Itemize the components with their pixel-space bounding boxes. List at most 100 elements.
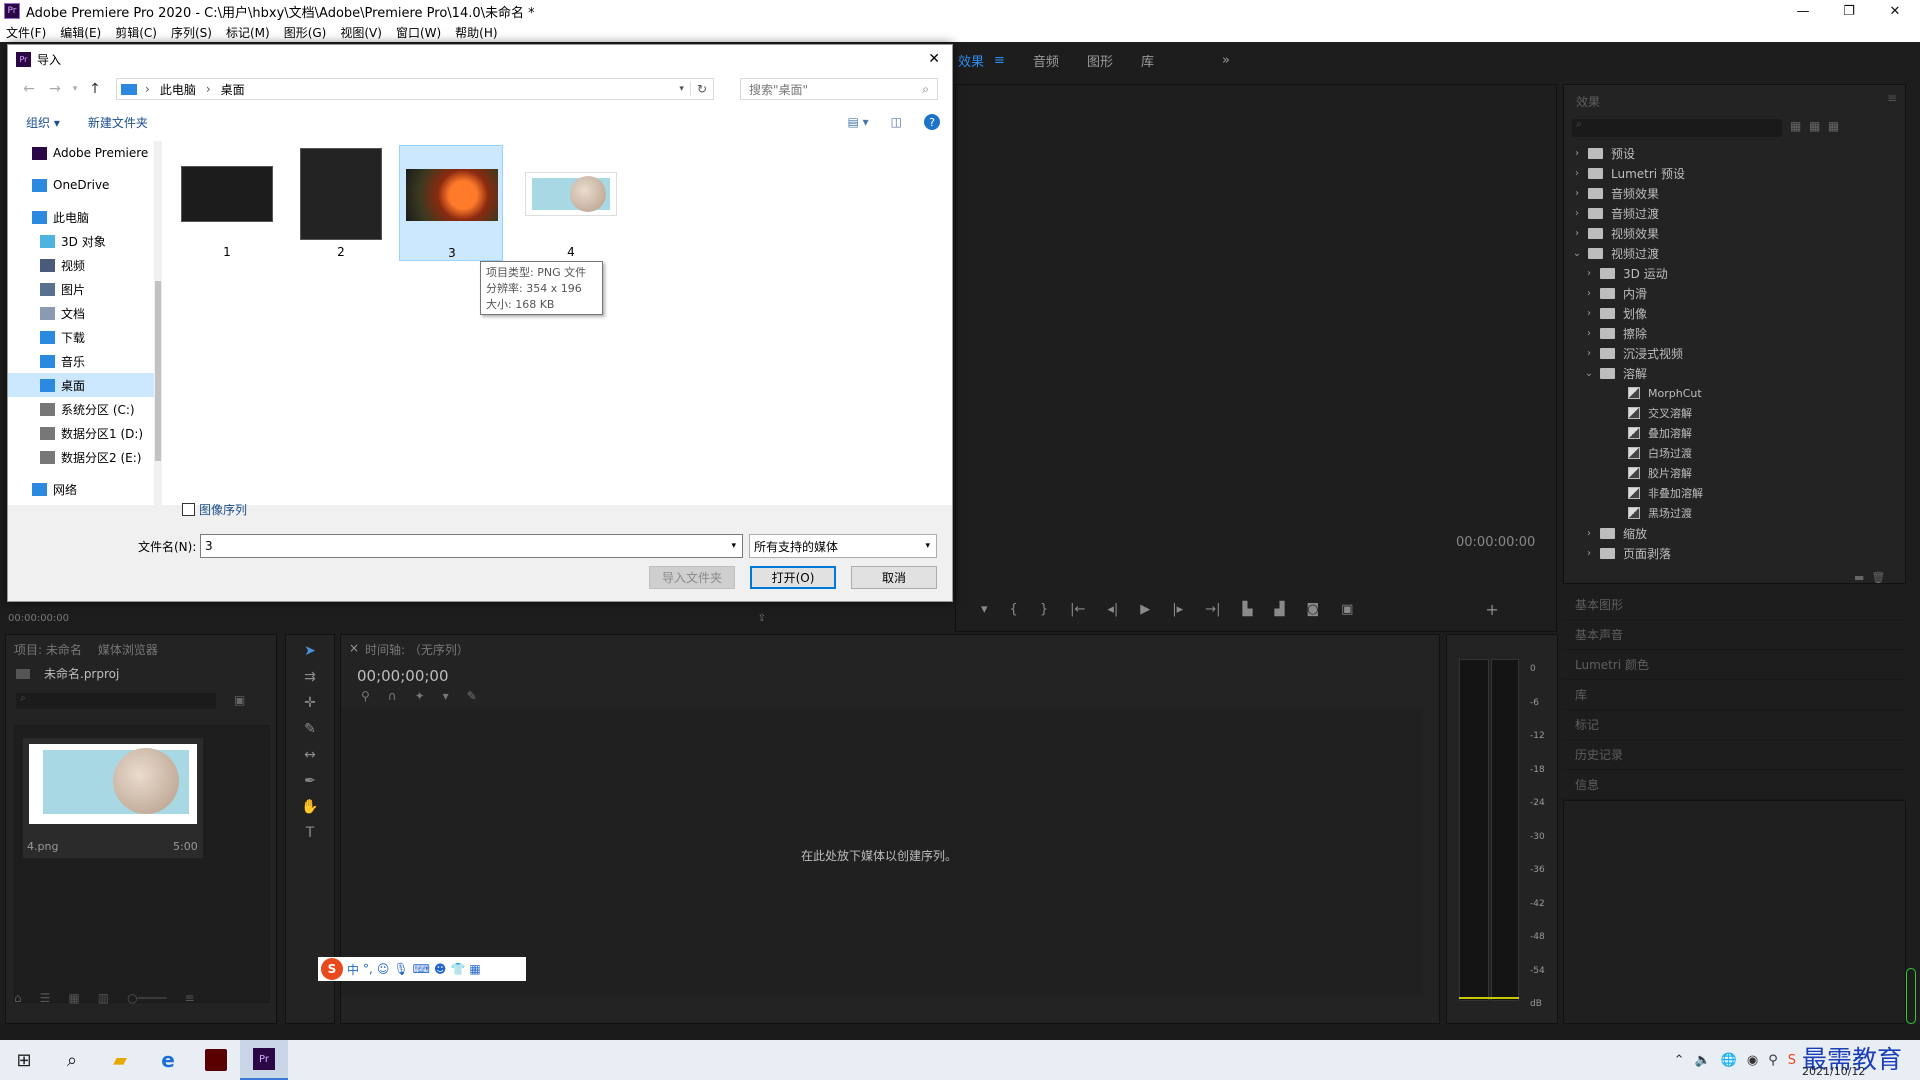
- ime-keyboard-icon[interactable]: ⌨: [413, 962, 430, 976]
- file-explorer-icon[interactable]: ▰: [96, 1050, 144, 1071]
- mark-out-icon[interactable]: }: [1040, 602, 1048, 617]
- nav-item[interactable]: Adobe Premiere: [8, 141, 158, 165]
- icon-view-icon[interactable]: ▦: [68, 991, 79, 1005]
- address-dropdown-icon[interactable]: ▾: [679, 84, 684, 94]
- freeform-view-icon[interactable]: ▥: [98, 991, 109, 1005]
- chevron-right-icon[interactable]: ›: [1584, 348, 1594, 359]
- lock-icon[interactable]: ⌂: [14, 991, 22, 1005]
- effect-item[interactable]: 叠加溶解: [1572, 423, 1897, 443]
- marker-icon[interactable]: ▾: [981, 602, 988, 617]
- back-arrow-icon[interactable]: ←: [16, 81, 42, 97]
- panel-essential-sound[interactable]: 基本声音: [1563, 620, 1906, 650]
- comparison-icon[interactable]: ▣: [1341, 602, 1353, 617]
- step-forward-icon[interactable]: |▸: [1172, 602, 1183, 617]
- volume-icon[interactable]: 🔈: [1694, 1053, 1710, 1068]
- file-type-dropdown-icon[interactable]: ▾: [925, 541, 930, 551]
- file-item[interactable]: 2: [289, 145, 393, 261]
- chevron-right-icon[interactable]: ›: [1584, 328, 1594, 339]
- breadcrumb-this-pc[interactable]: 此电脑: [160, 81, 196, 98]
- ime-voice-icon[interactable]: 🎙: [393, 962, 408, 976]
- workspace-tab-library[interactable]: 库: [1141, 51, 1154, 70]
- premiere-taskbar-icon[interactable]: Pr: [240, 1040, 288, 1080]
- menu-view[interactable]: 视图(V): [340, 24, 382, 41]
- image-sequence-option[interactable]: 图像序列: [182, 501, 247, 518]
- refresh-icon[interactable]: ↻: [689, 82, 707, 96]
- workspace-more-icon[interactable]: »: [1222, 53, 1230, 68]
- file-type-select[interactable]: 所有支持的媒体 ▾: [749, 534, 937, 558]
- image-sequence-checkbox[interactable]: [182, 503, 195, 516]
- effect-folder[interactable]: › 视频效果: [1572, 223, 1897, 243]
- effect-item[interactable]: 黑场过渡: [1572, 503, 1897, 523]
- nav-item[interactable]: 数据分区2 (E:): [8, 445, 158, 469]
- chevron-right-icon[interactable]: ›: [1584, 268, 1594, 279]
- tab-media-browser[interactable]: 媒体浏览器: [98, 641, 158, 658]
- play-icon[interactable]: ▶: [1140, 602, 1150, 617]
- meter-scroll-indicator[interactable]: [1906, 968, 1916, 1024]
- menu-file[interactable]: 文件(F): [6, 24, 46, 41]
- effect-folder[interactable]: › 擦除: [1572, 323, 1897, 343]
- menu-window[interactable]: 窗口(W): [396, 24, 441, 41]
- chevron-right-icon[interactable]: ›: [1584, 548, 1594, 559]
- pen-tool-icon[interactable]: ✒: [300, 771, 320, 791]
- effect-folder[interactable]: › 音频效果: [1572, 183, 1897, 203]
- project-new-bin-icon[interactable]: ▣: [234, 693, 245, 707]
- nav-item[interactable]: 网络: [8, 477, 158, 501]
- search-icon[interactable]: ⌕: [48, 1050, 96, 1071]
- add-button-icon[interactable]: +: [1485, 600, 1498, 619]
- open-button[interactable]: 打开(O): [750, 566, 836, 589]
- panel-essential-graphics[interactable]: 基本图形: [1563, 590, 1906, 620]
- file-item[interactable]: 4: [519, 145, 623, 261]
- chevron-right-icon[interactable]: ›: [1572, 208, 1582, 219]
- panel-lumetri-color[interactable]: Lumetri 颜色: [1563, 650, 1906, 680]
- nav-item[interactable]: 数据分区1 (D:): [8, 421, 158, 445]
- nav-item[interactable]: 3D 对象: [8, 229, 158, 253]
- panel-history[interactable]: 历史记录: [1563, 740, 1906, 770]
- effect-folder[interactable]: › 内滑: [1572, 283, 1897, 303]
- menu-marker[interactable]: 标记(M): [226, 24, 270, 41]
- clock-area[interactable]: 最需教育 2021/10/12: [1802, 1040, 1920, 1080]
- effect-item[interactable]: 胶片溶解: [1572, 463, 1897, 483]
- restore-button[interactable]: ❐: [1826, 0, 1872, 22]
- import-folder-button[interactable]: 导入文件夹: [649, 566, 735, 589]
- nav-item[interactable]: 视频: [8, 253, 158, 277]
- view-options-icon[interactable]: ▤ ▾: [847, 115, 868, 129]
- navigation-scrollbar[interactable]: [154, 141, 162, 505]
- workspace-tab-audio[interactable]: 音频: [1033, 51, 1059, 70]
- ime-punct-icon[interactable]: °,: [363, 962, 373, 976]
- network-icon[interactable]: 🌐: [1721, 1053, 1737, 1068]
- chevron-right-icon[interactable]: ›: [1572, 228, 1582, 239]
- menu-edit[interactable]: 编辑(E): [60, 24, 101, 41]
- tray-app-icon[interactable]: ◉: [1747, 1053, 1758, 1068]
- step-back-icon[interactable]: ◂|: [1107, 602, 1118, 617]
- nav-item[interactable]: 音乐: [8, 349, 158, 373]
- sort-icon[interactable]: ≡: [184, 991, 194, 1005]
- address-bar[interactable]: › 此电脑 › 桌面 ▾ ↻: [116, 78, 714, 100]
- close-button[interactable]: ✕: [1872, 0, 1918, 22]
- up-arrow-icon[interactable]: ↑: [82, 81, 108, 97]
- menu-sequence[interactable]: 序列(S): [171, 24, 212, 41]
- preview-pane-icon[interactable]: ◫: [891, 115, 902, 129]
- go-to-in-icon[interactable]: |←: [1070, 602, 1085, 617]
- ime-skin-icon[interactable]: 👕: [450, 962, 465, 976]
- ime-language-toggle[interactable]: 中: [347, 961, 359, 978]
- input-method-icon[interactable]: ⚲: [1768, 1053, 1778, 1068]
- panel-libraries[interactable]: 库: [1563, 680, 1906, 710]
- minimize-button[interactable]: —: [1780, 0, 1826, 22]
- workspace-menu-icon[interactable]: ≡: [994, 53, 1005, 68]
- search-input[interactable]: 搜索"桌面" ⌕: [740, 78, 938, 100]
- hand-tool-icon[interactable]: ✋: [300, 797, 320, 817]
- timeline-tool-icons[interactable]: ⚲∩✦▾✎: [361, 689, 495, 703]
- file-item[interactable]: 1: [175, 145, 279, 261]
- effect-folder[interactable]: › 音频过渡: [1572, 203, 1897, 223]
- navigation-scrollbar-thumb[interactable]: [155, 281, 161, 461]
- mark-in-icon[interactable]: {: [1010, 602, 1018, 617]
- clip-card[interactable]: 4.png 5:00: [23, 738, 203, 858]
- effect-folder[interactable]: › 3D 运动: [1572, 263, 1897, 283]
- nav-item[interactable]: 图片: [8, 277, 158, 301]
- timeline-timecode[interactable]: 00;00;00;00: [357, 667, 449, 685]
- acrobat-icon[interactable]: [192, 1049, 240, 1071]
- ripple-edit-tool-icon[interactable]: ✛: [300, 693, 320, 713]
- go-to-out-icon[interactable]: →|: [1205, 602, 1220, 617]
- recent-dropdown-icon[interactable]: ▾: [68, 84, 82, 94]
- ime-user-icon[interactable]: ☻: [434, 962, 447, 976]
